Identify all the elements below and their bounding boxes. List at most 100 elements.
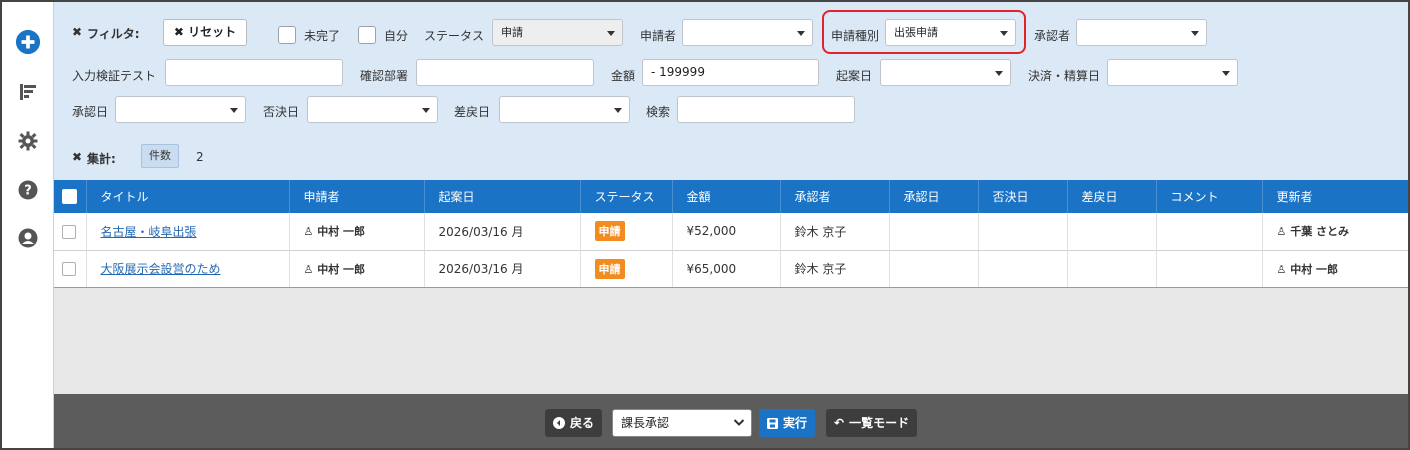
column-header[interactable]: 否決日 (978, 180, 1068, 213)
execute-label: 実行 (783, 416, 808, 430)
status-cell: 申請 (580, 213, 673, 251)
action-select[interactable]: 課長承認 (612, 409, 752, 437)
user-icon[interactable] (15, 225, 41, 251)
column-header[interactable]: 起案日 (424, 180, 581, 213)
person-icon: ♙ (1276, 225, 1291, 239)
column-header[interactable]: 更新者 (1262, 180, 1408, 213)
return-date-cell (1067, 250, 1157, 288)
chevron-down-icon (733, 419, 745, 426)
status-badge: 申請 (594, 221, 625, 242)
sort-lines-icon[interactable] (15, 79, 41, 105)
return-date-select[interactable] (499, 96, 630, 123)
mine-label: 自分 (384, 29, 409, 43)
table-row[interactable]: 名古屋・岐阜出張 ♙ 中村 一郎 2026/03/16 月 申請 ¥52,000… (54, 213, 1408, 251)
title-link[interactable]: 大阪展示会設営のため (101, 262, 221, 276)
amount-cell: ¥65,000 (672, 250, 781, 288)
mine-checkbox[interactable] (358, 26, 376, 44)
filter-collapse-icon[interactable]: ✖ (72, 25, 82, 39)
gear-icon[interactable] (15, 128, 41, 154)
caret-down-icon (995, 71, 1003, 76)
applicant-cell: ♙ 中村 一郎 (289, 250, 425, 288)
search-label: 検索 (646, 105, 671, 119)
list-mode-button[interactable]: ↶ 一覧モード (826, 409, 918, 437)
execute-button[interactable]: 実行 (759, 409, 816, 437)
filter-panel: ✖ フィルタ: ✖ リセット 未完了 自分 ステータス 申請 申請者 申請種別 … (54, 2, 1408, 180)
reject-date-cell (978, 250, 1068, 288)
applicant-label: 申請者 (640, 29, 677, 43)
empty-list-area (54, 288, 1408, 394)
row-checkbox[interactable] (62, 261, 76, 276)
bottom-action-bar: 戻る 課長承認 実行 ↶ 一覧モード (54, 394, 1408, 448)
column-header[interactable]: コメント (1156, 180, 1263, 213)
select-all-checkbox-cell[interactable] (54, 180, 87, 213)
caret-down-icon (1000, 31, 1008, 36)
settle-date-label: 決済・精算日 (1028, 69, 1101, 83)
help-icon[interactable]: ? (15, 177, 41, 203)
reject-date-select[interactable] (307, 96, 438, 123)
date-cell: 2026/03/16 月 (424, 213, 581, 251)
back-button[interactable]: 戻る (545, 409, 603, 437)
count-value: 2 (196, 150, 204, 164)
caret-down-icon (607, 31, 615, 36)
settle-date-select[interactable] (1107, 59, 1238, 86)
filter-title: フィルタ: (87, 27, 140, 41)
table-header-row: タイトル 申請者 起案日 ステータス 金額 承認者 承認日 否決日 差戻日 コメ… (54, 180, 1408, 213)
close-icon: ✖ (173, 25, 189, 39)
column-header[interactable]: 金額 (672, 180, 781, 213)
column-header[interactable]: 承認者 (780, 180, 890, 213)
column-header[interactable]: 承認日 (889, 180, 979, 213)
sidebar: ? (2, 2, 54, 448)
input-test-field[interactable] (165, 59, 343, 86)
updater-name: 中村 一郎 (1290, 262, 1339, 276)
title-cell: 大阪展示会設営のため (86, 250, 290, 288)
incomplete-checkbox[interactable] (278, 26, 296, 44)
row-checkbox[interactable] (62, 224, 76, 239)
search-input[interactable] (677, 96, 855, 123)
column-header[interactable]: タイトル (86, 180, 290, 213)
person-icon: ♙ (1276, 262, 1291, 276)
applicant-select[interactable] (682, 19, 813, 46)
draft-date-select[interactable] (880, 59, 1011, 86)
row-checkbox-cell[interactable] (54, 213, 87, 251)
row-checkbox-cell[interactable] (54, 250, 87, 288)
svg-text:?: ? (24, 184, 32, 199)
add-circle-icon[interactable] (15, 29, 41, 55)
count-badge[interactable]: 件数 (141, 144, 179, 168)
person-icon: ♙ (303, 262, 318, 276)
reset-button[interactable]: ✖ リセット (163, 19, 247, 46)
request-type-select[interactable]: 出張申請 (885, 19, 1016, 46)
status-cell: 申請 (580, 250, 673, 288)
dept-field[interactable] (416, 59, 594, 86)
caret-down-icon (1191, 31, 1199, 36)
list-mode-label: 一覧モード (849, 416, 910, 430)
reject-date-label: 否決日 (263, 105, 300, 119)
dept-label: 確認部署 (360, 69, 409, 83)
status-select[interactable]: 申請 (492, 19, 623, 46)
request-type-select-value: 出張申請 (894, 26, 938, 39)
undo-arrow-icon: ↶ (834, 416, 845, 430)
comment-cell (1156, 213, 1263, 251)
column-header[interactable]: 申請者 (289, 180, 425, 213)
select-all-checkbox[interactable] (62, 189, 77, 204)
approve-date-cell (889, 250, 979, 288)
caret-down-icon (614, 108, 622, 113)
app-frame: ? ✖ フィルタ: ✖ リセット 未完了 自分 ステータス 申請 申請者 申請種… (0, 0, 1410, 450)
return-date-label: 差戻日 (454, 105, 491, 119)
table-row[interactable]: 大阪展示会設営のため ♙ 中村 一郎 2026/03/16 月 申請 ¥65,0… (54, 250, 1408, 288)
reset-label: リセット (188, 25, 237, 39)
updater-cell: ♙ 千葉 さとみ (1262, 213, 1408, 251)
return-date-cell (1067, 213, 1157, 251)
column-header[interactable]: ステータス (580, 180, 673, 213)
person-icon: ♙ (303, 225, 318, 239)
approver-select[interactable] (1076, 19, 1207, 46)
title-link[interactable]: 名古屋・岐阜出張 (101, 225, 197, 239)
approve-date-select[interactable] (115, 96, 246, 123)
status-label: ステータス (424, 29, 485, 43)
status-badge: 申請 (594, 258, 625, 279)
summary-collapse-icon[interactable]: ✖ (72, 150, 82, 164)
amount-field[interactable]: - 199999 (642, 59, 819, 86)
updater-name: 千葉 さとみ (1290, 225, 1350, 239)
column-header[interactable]: 差戻日 (1067, 180, 1157, 213)
status-select-value: 申請 (501, 26, 523, 39)
caret-down-icon (230, 108, 238, 113)
